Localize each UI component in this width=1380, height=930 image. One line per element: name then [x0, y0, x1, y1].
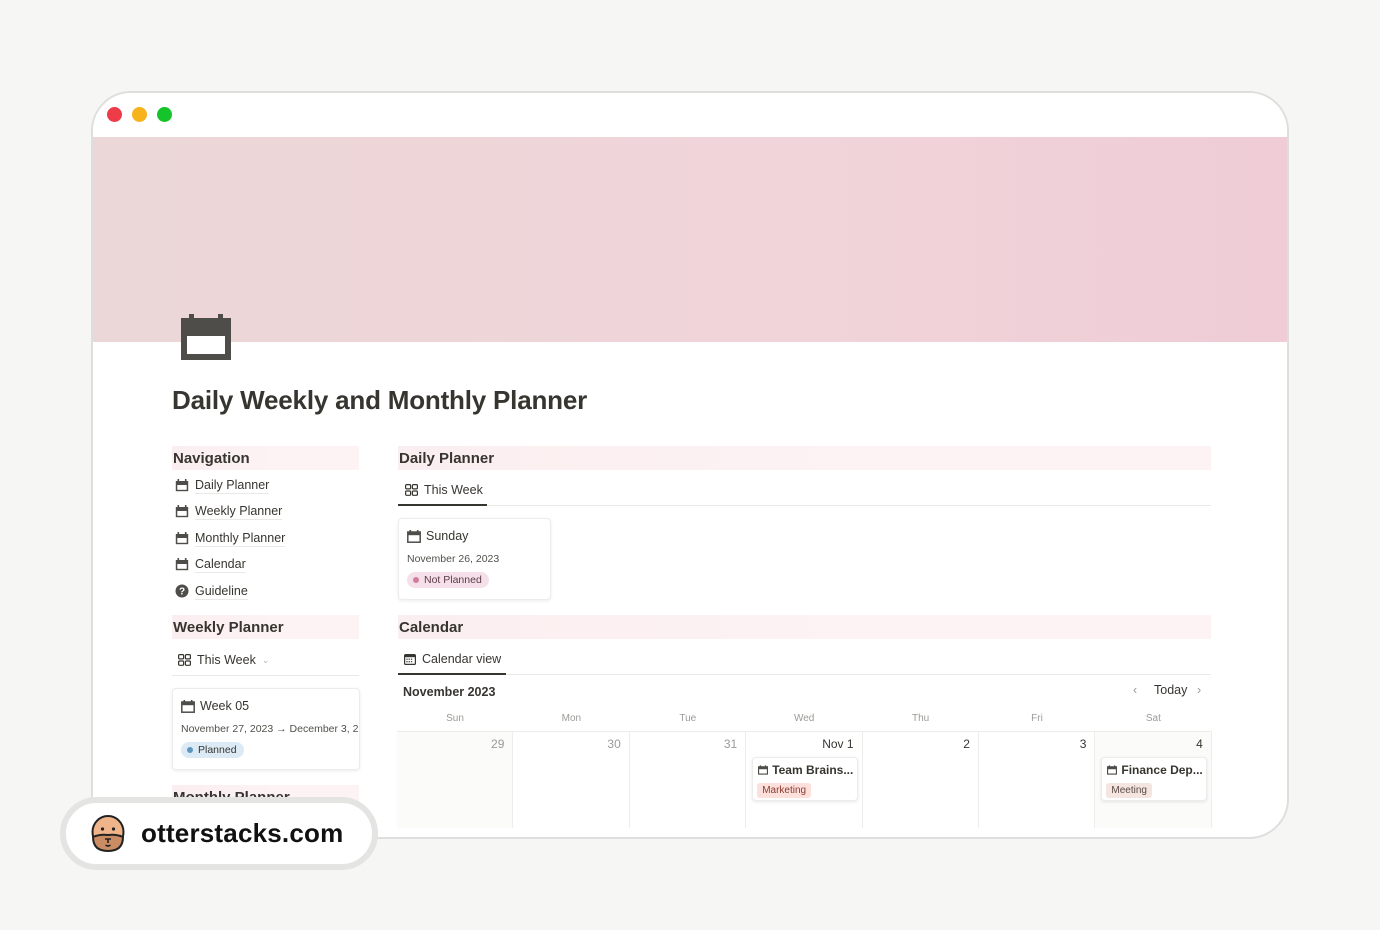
calendar-heading: Calendar [398, 615, 1211, 639]
svg-text:?: ? [179, 587, 185, 598]
calendar-icon [1107, 765, 1118, 775]
nav-item-calendar[interactable]: Calendar [175, 556, 246, 574]
nav-item-label: Calendar [195, 557, 246, 574]
day-card-title: Sunday [426, 529, 469, 543]
title-bar [93, 93, 1287, 137]
calendar-day-cell[interactable]: 4 Finance Dep... Meeting [1095, 732, 1212, 828]
day-number: 30 [607, 737, 621, 751]
calendar-day-cell[interactable]: 2 [863, 732, 979, 828]
next-month-button[interactable]: › [1197, 683, 1201, 697]
nav-item-guideline[interactable]: ? Guideline [175, 582, 248, 600]
day-number: 4 [1196, 737, 1203, 751]
calendar-icon [175, 478, 189, 491]
calendar-icon [407, 529, 421, 543]
gallery-icon [178, 654, 191, 666]
week-card-dates: November 27, 2023 → December 3, 2 [181, 723, 359, 735]
otter-logo-icon [91, 814, 125, 852]
previous-month-button[interactable]: ‹ [1133, 683, 1137, 697]
day-number: 2 [963, 737, 970, 751]
event-tag: Marketing [757, 783, 812, 798]
day-card[interactable]: Sunday November 26, 2023 Not Planned [398, 518, 551, 600]
calendar-icon [181, 314, 231, 360]
day-number: 31 [723, 737, 738, 751]
active-tab-indicator [398, 504, 487, 506]
status-dot [413, 577, 419, 583]
navigation-heading: Navigation [172, 446, 359, 470]
nav-item-label: Weekly Planner [195, 504, 283, 521]
calendar-day-cell[interactable]: 29 [397, 732, 514, 828]
weekly-planner-heading: Weekly Planner [172, 615, 359, 639]
nav-item-label: Guideline [195, 583, 248, 600]
day-number: Nov 1 [822, 737, 854, 751]
status-badge: Not Planned [407, 572, 489, 588]
tab-divider [398, 505, 1211, 506]
calendar-day-cell[interactable]: 3 [979, 732, 1096, 828]
status-badge: Planned [181, 742, 244, 758]
calendar-icon [181, 699, 195, 713]
week-card[interactable]: Week 05 November 27, 2023 → December 3, … [172, 688, 360, 770]
maximize-window-button[interactable] [157, 107, 172, 122]
event-title: Finance Dep... [1121, 763, 1203, 777]
calendar-icon [175, 531, 189, 544]
today-button[interactable]: Today [1154, 683, 1187, 697]
weekday-header: Tue [679, 713, 697, 724]
weekday-header: Sun [446, 713, 464, 724]
event-tag: Meeting [1106, 783, 1152, 798]
calendar-day-cell[interactable]: 31 [630, 732, 747, 828]
page-cover [93, 137, 1287, 342]
calendar-day-cell[interactable]: Nov 1 Team Brains... Marketing [746, 732, 863, 828]
calendar-icon [758, 765, 769, 775]
status-dot [187, 747, 193, 753]
weekday-header: Sat [1145, 713, 1161, 724]
nav-item-daily-planner[interactable]: Daily Planner [175, 476, 270, 494]
weekly-this-week-tab[interactable]: This Week ⌄ [178, 645, 269, 675]
chevron-down-icon[interactable]: ⌄ [262, 655, 270, 666]
active-tab-indicator [398, 673, 506, 675]
weekday-header: Mon [561, 713, 582, 724]
tab-divider [398, 674, 1211, 675]
weekday-header: Fri [1031, 713, 1043, 724]
page-title: Daily Weekly and Monthly Planner [172, 385, 588, 415]
question-circle-icon: ? [175, 584, 189, 598]
nav-item-weekly-planner[interactable]: Weekly Planner [175, 503, 283, 521]
calendar-view-label: Calendar view [422, 652, 502, 666]
daily-planner-heading: Daily Planner [398, 446, 1211, 470]
weekly-this-week-label: This Week [197, 653, 256, 667]
status-label: Planned [198, 744, 237, 756]
day-number: 29 [491, 737, 505, 751]
calendar-view-tab[interactable]: Calendar view [404, 644, 501, 674]
app-window: Daily Weekly and Monthly Planner Navigat… [91, 91, 1289, 839]
minimize-window-button[interactable] [132, 107, 147, 122]
tab-divider [172, 675, 359, 676]
weekday-header: Wed [793, 713, 815, 724]
calendar-day-cell[interactable]: 30 [513, 732, 630, 828]
calendar-month-label: November 2023 [403, 685, 496, 699]
close-window-button[interactable] [107, 107, 122, 122]
status-label: Not Planned [424, 574, 482, 586]
week-card-title: Week 05 [200, 699, 250, 713]
calendar-event-card[interactable]: Team Brains... Marketing [752, 757, 859, 801]
calendar-view-icon [404, 653, 416, 665]
day-card-date: November 26, 2023 [407, 553, 500, 565]
nav-item-label: Daily Planner [195, 477, 270, 494]
nav-item-label: Monthly Planner [195, 530, 286, 547]
watermark-badge: otterstacks.com [60, 797, 378, 870]
gallery-icon [405, 484, 418, 496]
nav-item-monthly-planner[interactable]: Monthly Planner [175, 529, 286, 547]
event-title: Team Brains... [772, 763, 854, 777]
calendar-event-card[interactable]: Finance Dep... Meeting [1101, 757, 1208, 801]
weekday-header: Thu [911, 713, 930, 724]
calendar-icon [175, 558, 189, 571]
day-number: 3 [1079, 737, 1087, 751]
watermark-text: otterstacks.com [141, 818, 344, 848]
daily-this-week-tab[interactable]: This Week [405, 475, 483, 505]
calendar-icon [175, 505, 189, 518]
daily-this-week-label: This Week [424, 483, 483, 497]
